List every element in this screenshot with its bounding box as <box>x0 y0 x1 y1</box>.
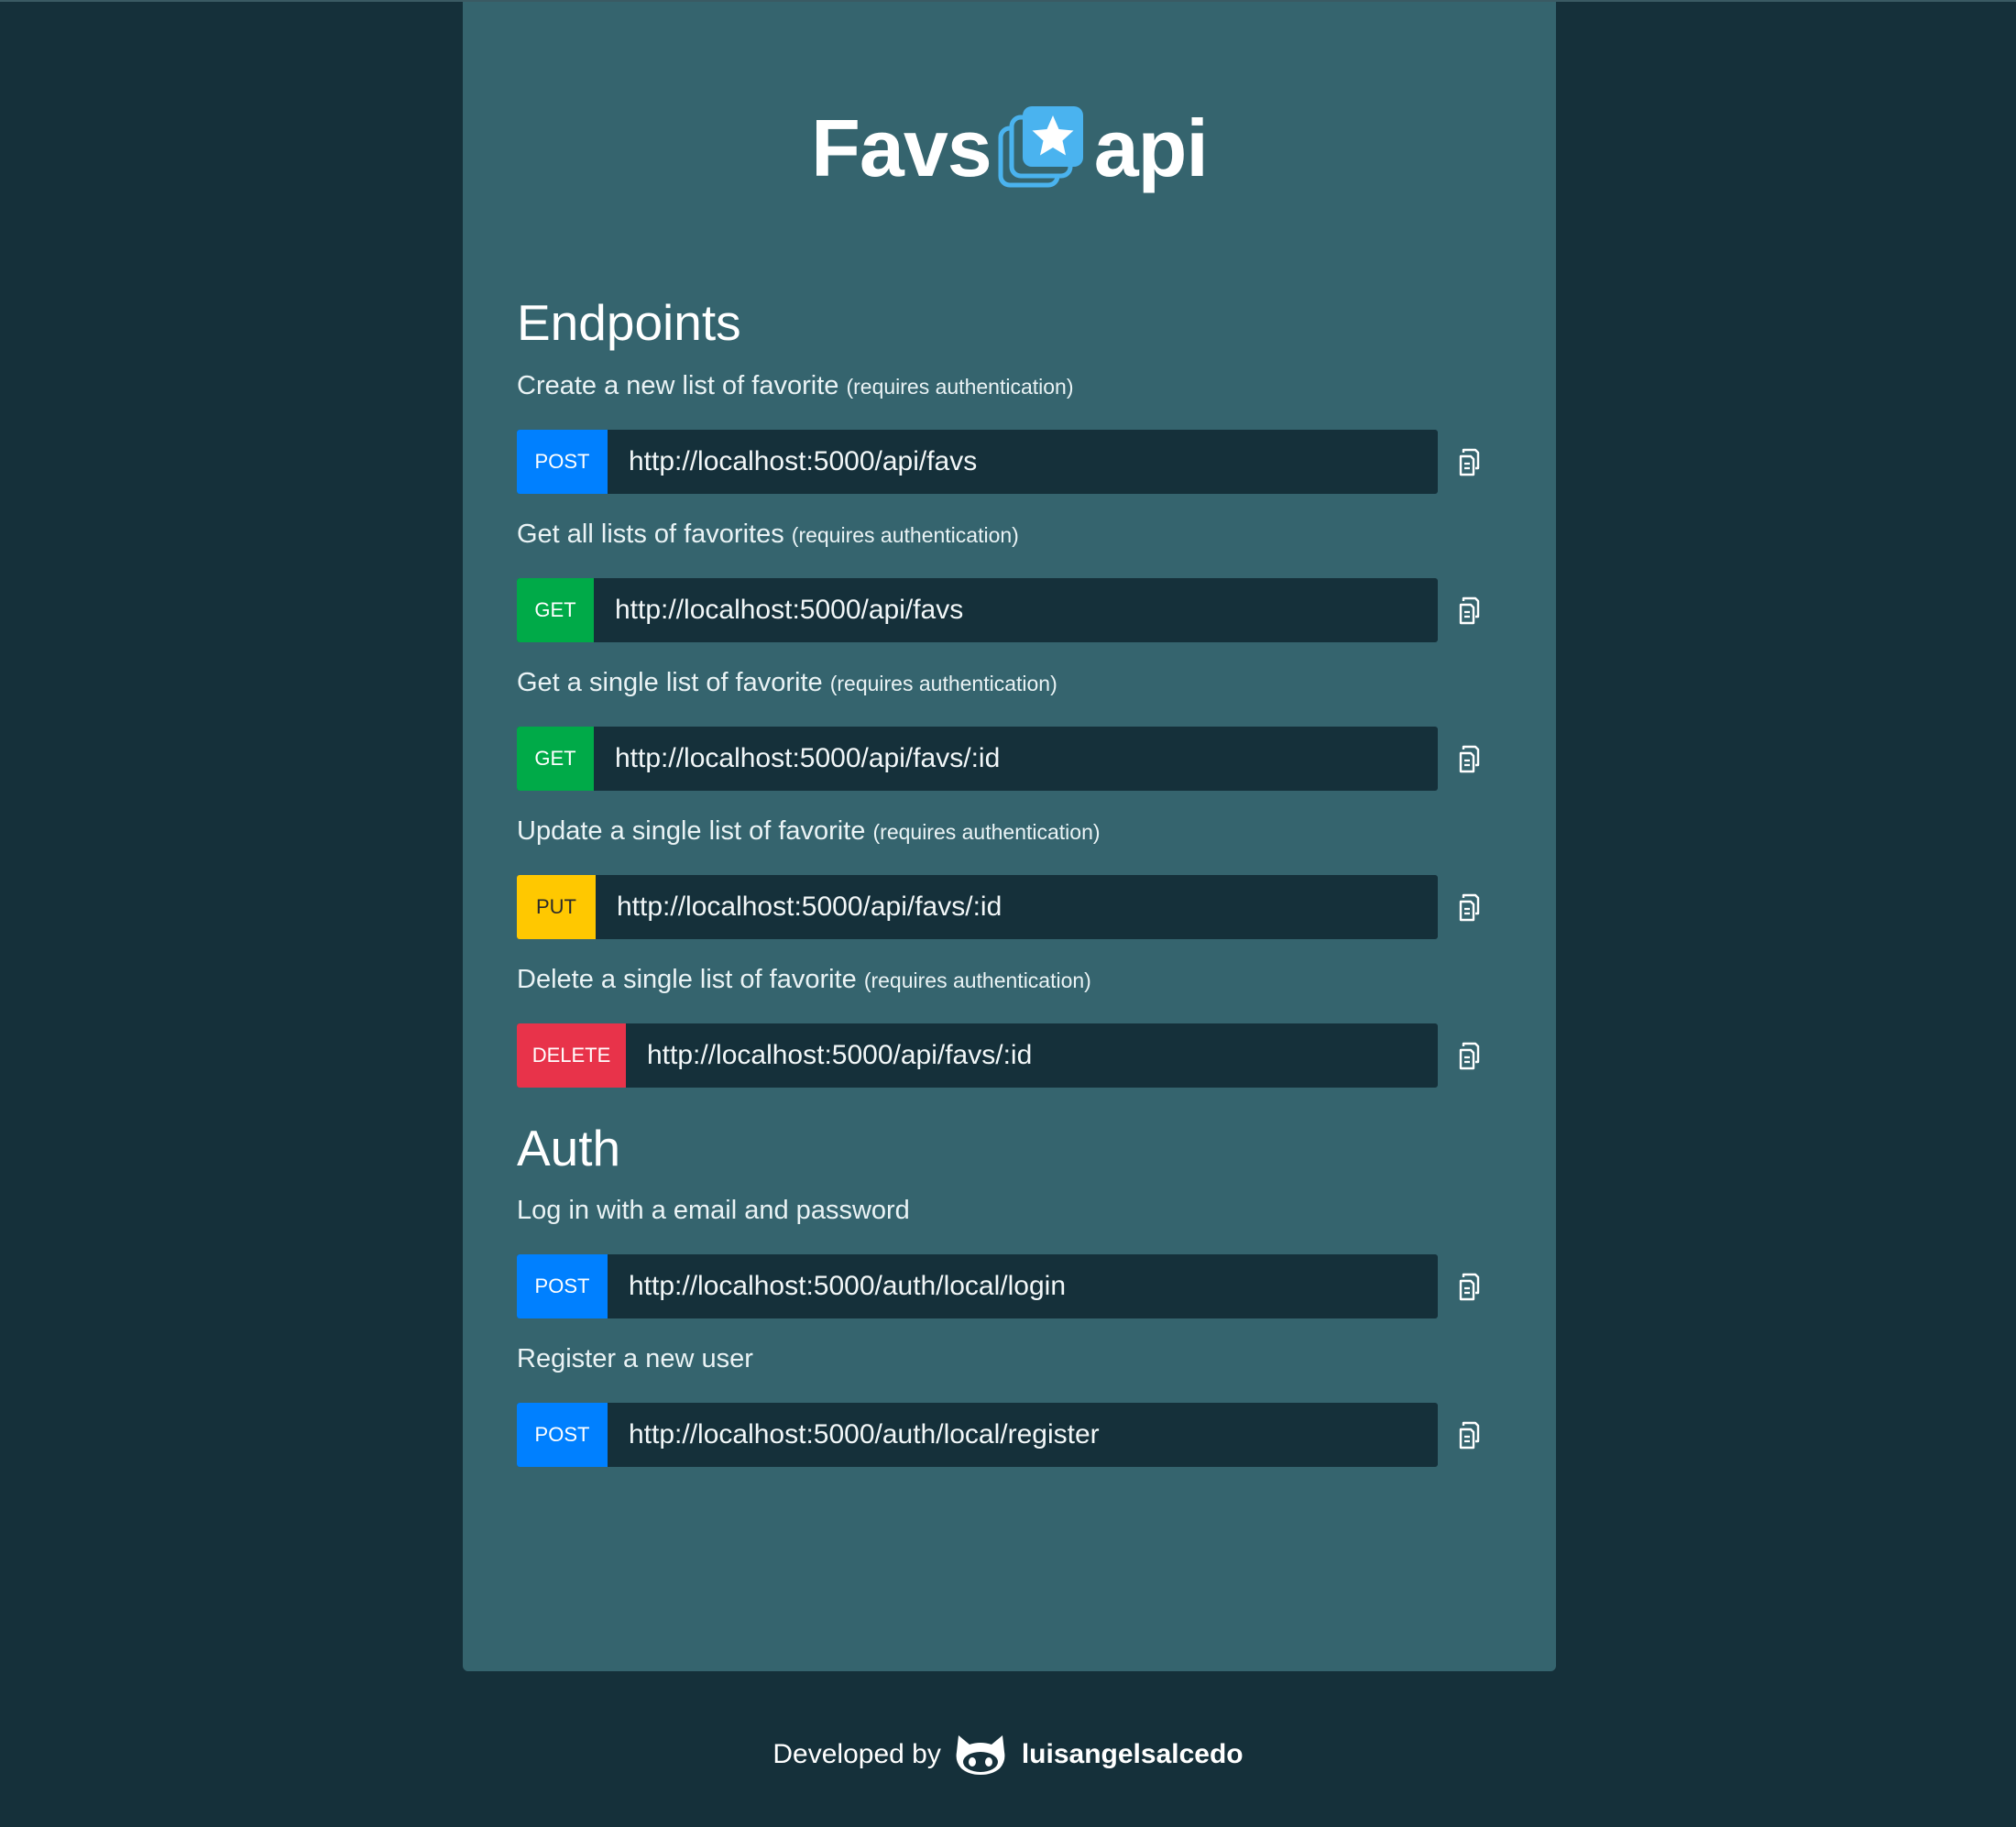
developer-username-link[interactable]: luisangelsalcedo <box>1022 1739 1244 1770</box>
endpoint-row: POST http://localhost:5000/api/favs <box>517 429 1507 494</box>
endpoint-url[interactable]: http://localhost:5000/auth/local/registe… <box>608 1403 1438 1467</box>
content: Endpoints Create a new list of favorite … <box>517 295 1507 1467</box>
auth-required-note: (requires authentication) <box>863 968 1091 992</box>
endpoint-url[interactable]: http://localhost:5000/auth/local/login <box>608 1254 1438 1318</box>
auth-required-note: (requires authentication) <box>872 819 1101 844</box>
copy-icon[interactable] <box>1456 743 1487 774</box>
auth-description: Register a new user <box>517 1344 753 1373</box>
method-badge-put: PUT <box>517 874 596 939</box>
method-badge-post: POST <box>517 1254 608 1318</box>
logo-text-favs: Favs <box>811 103 992 193</box>
endpoint-url-box: DELETE http://localhost:5000/api/favs/:i… <box>517 1023 1438 1088</box>
endpoint-row: POST http://localhost:5000/auth/local/lo… <box>517 1254 1507 1318</box>
copy-icon[interactable] <box>1456 595 1487 626</box>
copy-icon[interactable] <box>1456 1040 1487 1071</box>
copy-icon[interactable] <box>1456 446 1487 477</box>
endpoint-url-box: GET http://localhost:5000/api/favs/:id <box>517 726 1438 791</box>
footer-prefix: Developed by <box>772 1739 941 1769</box>
endpoint-description-text: Update a single list of favorite <box>517 815 866 846</box>
endpoint-description-text: Create a new list of favorite <box>517 370 839 400</box>
endpoint-row: POST http://localhost:5000/auth/local/re… <box>517 1403 1507 1467</box>
endpoint-description: Get all lists of favorites (requires aut… <box>517 519 1507 549</box>
copy-icon[interactable] <box>1456 892 1487 923</box>
endpoints-heading: Endpoints <box>517 294 741 351</box>
endpoint-url[interactable]: http://localhost:5000/api/favs/:id <box>596 875 1438 939</box>
endpoint-url-box: POST http://localhost:5000/auth/local/re… <box>517 1403 1438 1467</box>
endpoint-description: Create a new list of favorite (requires … <box>517 370 1507 400</box>
logo: Favs api <box>463 98 1556 199</box>
endpoint-row: DELETE http://localhost:5000/api/favs/:i… <box>517 1023 1507 1088</box>
footer: Developed by luisangelsalcedo <box>0 1723 2016 1787</box>
endpoint-row: GET http://localhost:5000/api/favs/:id <box>517 726 1507 791</box>
endpoint-description: Delete a single list of favorite (requir… <box>517 964 1507 994</box>
method-badge-delete: DELETE <box>517 1023 626 1088</box>
endpoint-row: GET http://localhost:5000/api/favs <box>517 577 1507 642</box>
endpoint-url[interactable]: http://localhost:5000/api/favs/:id <box>594 727 1438 791</box>
endpoint-url[interactable]: http://localhost:5000/api/favs/:id <box>626 1023 1438 1088</box>
endpoint-url-box: POST http://localhost:5000/auth/local/lo… <box>517 1254 1438 1318</box>
endpoint-url-box: POST http://localhost:5000/api/favs <box>517 429 1438 494</box>
endpoint-description: Update a single list of favorite (requir… <box>517 815 1507 846</box>
copy-icon[interactable] <box>1456 1419 1487 1450</box>
auth-heading: Auth <box>517 1119 621 1176</box>
endpoint-url[interactable]: http://localhost:5000/api/favs <box>594 578 1438 642</box>
method-badge-post: POST <box>517 429 608 494</box>
method-badge-get: GET <box>517 726 594 791</box>
endpoint-url-box: PUT http://localhost:5000/api/favs/:id <box>517 874 1438 939</box>
endpoint-description-text: Delete a single list of favorite <box>517 964 857 994</box>
endpoint-description: Get a single list of favorite (requires … <box>517 667 1507 697</box>
logo-text-api: api <box>1093 103 1209 193</box>
endpoint-row: PUT http://localhost:5000/api/favs/:id <box>517 874 1507 939</box>
auth-required-note: (requires authentication) <box>829 671 1057 695</box>
auth-required-note: (requires authentication) <box>791 522 1019 547</box>
method-badge-post: POST <box>517 1403 608 1467</box>
github-cat-icon[interactable] <box>954 1732 1007 1778</box>
main-card: Favs api Endpoints Create a new list of … <box>463 2 1556 1671</box>
endpoint-url-box: GET http://localhost:5000/api/favs <box>517 577 1438 642</box>
auth-description: Log in with a email and password <box>517 1196 910 1225</box>
auth-required-note: (requires authentication) <box>846 374 1074 399</box>
endpoint-url[interactable]: http://localhost:5000/api/favs <box>608 430 1438 494</box>
endpoint-description-text: Get all lists of favorites <box>517 519 784 549</box>
endpoint-description-text: Get a single list of favorite <box>517 667 823 697</box>
copy-icon[interactable] <box>1456 1271 1487 1302</box>
favs-star-logo-icon <box>998 106 1083 188</box>
method-badge-get: GET <box>517 577 594 642</box>
